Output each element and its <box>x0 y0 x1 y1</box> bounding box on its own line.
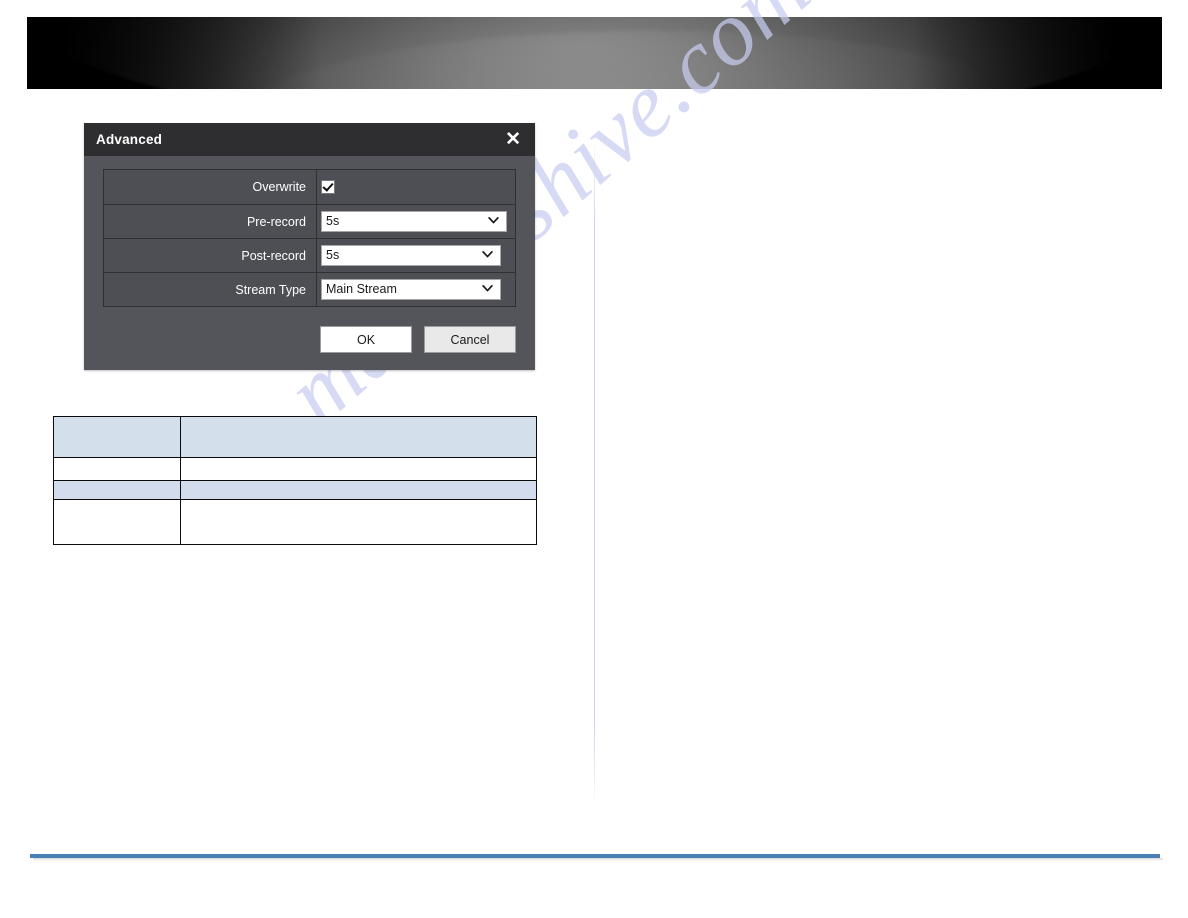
form-row-post-record: Post-record 5s <box>103 238 516 273</box>
form-row-stream-type: Stream Type Main Stream <box>103 272 516 307</box>
table-cell-text <box>181 500 536 505</box>
label-pre-record: Pre-record <box>103 204 317 239</box>
field-stream-type: Main Stream <box>316 272 516 307</box>
overwrite-checkbox[interactable] <box>321 179 335 194</box>
dialog-title: Advanced <box>96 132 163 147</box>
header-banner <box>27 17 1162 89</box>
table-row <box>53 416 537 458</box>
table-row <box>53 480 537 500</box>
advanced-dialog: Advanced ✕ Overwrite Pre-record 5s Post-… <box>84 123 535 370</box>
label-stream-type: Stream Type <box>103 272 317 307</box>
table-row <box>53 457 537 481</box>
field-post-record: 5s <box>316 238 516 273</box>
table-cell <box>180 480 537 500</box>
footer-rule-shadow <box>33 858 1163 861</box>
header-right-shade <box>912 17 1162 89</box>
content-table <box>53 416 537 545</box>
table-row <box>53 499 537 545</box>
table-cell <box>53 457 181 481</box>
dialog-action-bar: OK Cancel <box>84 315 535 370</box>
stream-type-select[interactable]: Main Stream <box>321 279 501 300</box>
close-icon[interactable]: ✕ <box>503 130 523 149</box>
table-cell-text <box>54 481 180 486</box>
field-pre-record: 5s <box>316 204 516 239</box>
header-left-shade <box>27 17 323 89</box>
table-cell-text <box>54 458 180 463</box>
pre-record-select[interactable]: 5s <box>321 211 507 232</box>
chevron-down-icon <box>488 217 499 224</box>
cancel-button[interactable]: Cancel <box>424 326 516 353</box>
table-cell <box>53 499 181 545</box>
table-cell-text <box>181 417 536 422</box>
form-row-pre-record: Pre-record 5s <box>103 204 516 239</box>
table-cell <box>180 416 537 458</box>
pre-record-select-value: 5s <box>326 214 340 228</box>
dialog-titlebar: Advanced ✕ <box>84 123 535 156</box>
label-overwrite: Overwrite <box>103 169 317 205</box>
ok-button[interactable]: OK <box>320 326 412 353</box>
post-record-select[interactable]: 5s <box>321 245 501 266</box>
settings-form-table: Overwrite Pre-record 5s Post-record 5s S… <box>103 169 516 307</box>
watermark-vertical-rule <box>594 145 595 803</box>
table-cell <box>53 416 181 458</box>
stream-type-select-value: Main Stream <box>326 282 397 296</box>
table-cell <box>180 499 537 545</box>
footer-rule <box>30 854 1160 858</box>
table-cell-text <box>54 500 180 505</box>
chevron-down-icon <box>482 285 493 292</box>
table-cell <box>180 457 537 481</box>
table-cell-text <box>54 417 180 422</box>
field-overwrite <box>316 169 516 205</box>
page-canvas: manualshive.com Advanced ✕ Overwrite Pre… <box>0 0 1188 918</box>
table-cell <box>53 480 181 500</box>
table-cell-text <box>181 458 536 463</box>
chevron-down-icon <box>482 251 493 258</box>
form-row-overwrite: Overwrite <box>103 169 516 205</box>
post-record-select-value: 5s <box>326 248 340 262</box>
dialog-body: Overwrite Pre-record 5s Post-record 5s S… <box>84 156 535 315</box>
table-cell-text <box>181 481 536 486</box>
label-post-record: Post-record <box>103 238 317 273</box>
